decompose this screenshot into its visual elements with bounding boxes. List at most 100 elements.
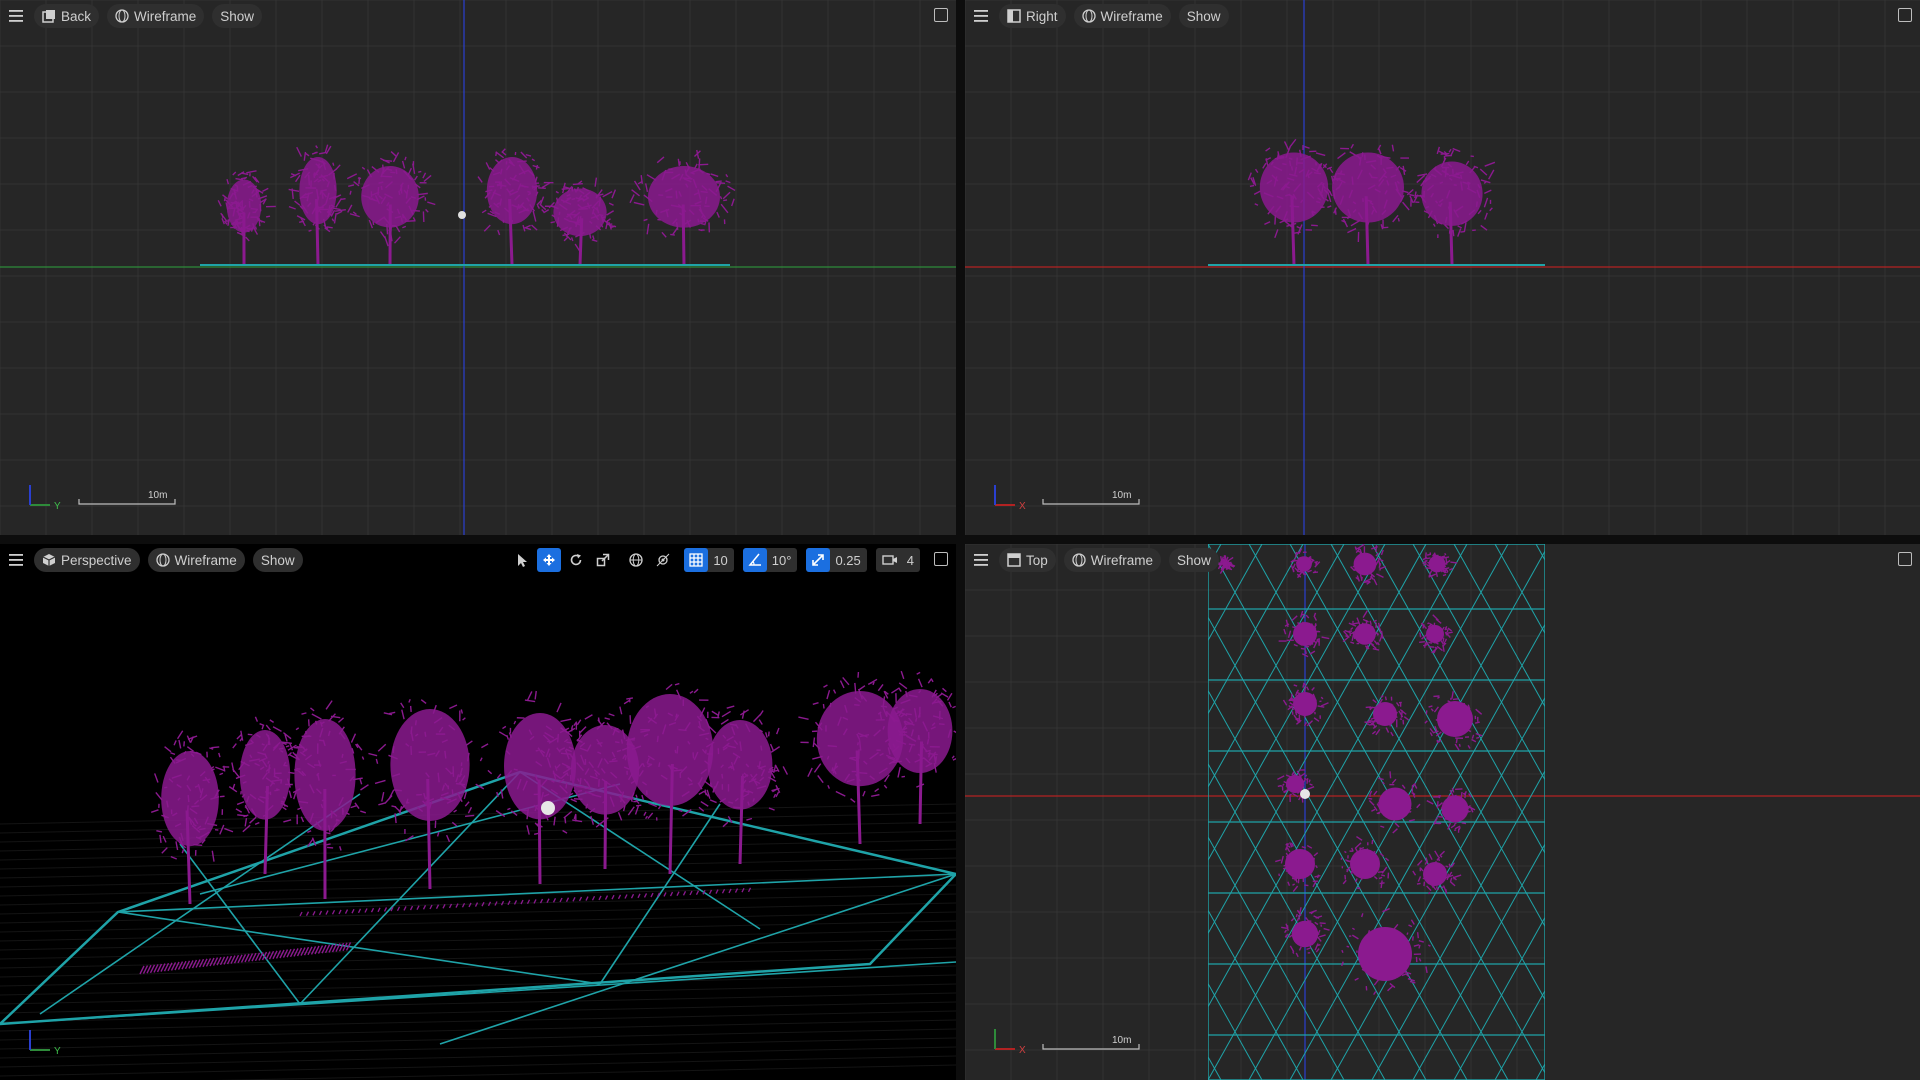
actor-pivot-icon	[541, 801, 555, 815]
world-space-icon[interactable]	[624, 548, 648, 572]
show-flags-button[interactable]: Show	[1169, 548, 1219, 572]
tree-canopy-top	[1278, 610, 1330, 658]
tree-canopy-top	[1340, 835, 1390, 890]
grid-line	[0, 1037, 956, 1059]
camera-icon[interactable]	[878, 548, 902, 572]
view-mode-button[interactable]: Wireframe	[147, 548, 245, 572]
viewport-back[interactable]: Y Back Wireframe Show 10m	[0, 0, 956, 535]
rotation-snap-control[interactable]: 10°	[742, 548, 798, 572]
rotation-snap-value: 10°	[771, 552, 792, 568]
grass-blade	[481, 901, 485, 907]
back-view-canvas[interactable]: Y	[0, 0, 956, 535]
actor-pivot-icon	[1300, 789, 1310, 799]
view-mode-button[interactable]: Wireframe	[107, 4, 205, 28]
tree-mesh	[217, 170, 276, 266]
grid-line	[0, 902, 956, 924]
grass-blade	[663, 892, 667, 897]
tree-canopy-top	[1275, 842, 1321, 893]
grass-blade	[617, 894, 622, 900]
select-arrow-icon[interactable]	[510, 548, 534, 572]
grid-line	[0, 992, 956, 1014]
top-view-canvas[interactable]: X	[965, 544, 1920, 1080]
scale-snap-icon[interactable]	[806, 548, 831, 572]
show-flags-button[interactable]: Show	[1178, 4, 1229, 28]
perspective-view-canvas[interactable]: Y	[0, 544, 956, 1080]
tree-mesh	[150, 730, 234, 905]
grass-blade	[611, 894, 615, 900]
viewport-toolbar-perspective: Perspective Wireframe Show 10 10° 0.25 4	[0, 544, 956, 576]
tree-mesh	[1409, 146, 1496, 266]
grass-blade	[403, 906, 407, 911]
translate-icon[interactable]	[537, 548, 562, 572]
grass-blade	[396, 906, 401, 912]
wireframe-sphere-icon	[1072, 553, 1086, 567]
view-type-button[interactable]: Right	[999, 4, 1066, 28]
grid-snap-value: 10	[713, 552, 728, 568]
grid-scale-label: 10m	[1112, 1035, 1132, 1046]
ground-plane-outline	[0, 770, 956, 1026]
mask-left	[965, 544, 1208, 1080]
ground-wire-edge	[117, 873, 956, 913]
grass-blade	[624, 894, 628, 899]
view-type-button[interactable]: Top	[999, 548, 1056, 572]
view-type-label: Perspective	[61, 552, 132, 568]
grass-blade	[429, 904, 433, 910]
grass-blade	[630, 893, 635, 899]
camera-speed-control[interactable]: 4	[875, 548, 920, 572]
maximize-viewport-icon[interactable]	[1898, 8, 1912, 22]
viewport-menu-icon[interactable]	[969, 4, 993, 28]
viewport-right[interactable]: X Right Wireframe Show 10m	[965, 0, 1920, 535]
grass-blade	[383, 907, 388, 912]
view-mode-label: Wireframe	[134, 8, 197, 24]
grass-blade	[370, 907, 375, 913]
rotate-icon[interactable]	[564, 548, 588, 572]
grass-blade	[695, 890, 700, 895]
tree-canopy-top	[1412, 850, 1462, 895]
viewport-menu-icon[interactable]	[4, 4, 28, 28]
grass-blade	[494, 901, 498, 906]
grass-blade	[585, 896, 589, 901]
view-type-button[interactable]: Perspective	[34, 548, 140, 572]
viewport-menu-icon[interactable]	[969, 548, 993, 572]
show-label: Show	[220, 8, 255, 24]
top-view-icon	[1007, 553, 1021, 567]
viewport-perspective[interactable]: Y Perspective Wireframe Show 10 10° 0.25…	[0, 544, 956, 1080]
maximize-viewport-icon[interactable]	[934, 8, 948, 22]
wireframe-sphere-icon	[155, 553, 170, 567]
grid-line	[0, 1055, 956, 1077]
view-mode-button[interactable]: Wireframe	[1073, 4, 1171, 28]
wireframe-sphere-icon	[115, 9, 129, 23]
mask-right	[1545, 544, 1920, 1080]
view-mode-label: Wireframe	[1090, 552, 1154, 568]
tree-mesh	[1313, 143, 1426, 266]
grass-blade	[312, 911, 316, 916]
scale-snap-control[interactable]: 0.25	[806, 548, 867, 572]
transform-toolbar: 10 10° 0.25 4	[510, 548, 920, 572]
grass-blade	[487, 901, 492, 907]
axis-gizmo-label: X	[1019, 501, 1026, 512]
grass-blade	[331, 909, 336, 915]
view-type-button[interactable]: Back	[34, 4, 100, 28]
tree-mesh	[541, 177, 617, 266]
grass-blade	[741, 887, 745, 893]
right-view-canvas[interactable]: X	[965, 0, 1920, 535]
grass-blade	[468, 902, 472, 908]
show-flags-button[interactable]: Show	[252, 548, 303, 572]
surface-snap-icon[interactable]	[651, 548, 675, 572]
grass-blade	[364, 908, 368, 913]
tree-canopy-top	[1342, 610, 1384, 651]
maximize-viewport-icon[interactable]	[1898, 552, 1912, 566]
angle-snap-icon[interactable]	[742, 548, 767, 572]
scale-snap-value: 0.25	[835, 552, 861, 568]
scale-icon[interactable]	[591, 548, 615, 572]
show-label: Show	[1177, 552, 1211, 568]
grid-snap-control[interactable]: 10	[684, 548, 734, 572]
view-type-label: Back	[61, 8, 92, 24]
viewport-menu-icon[interactable]	[4, 548, 28, 572]
view-mode-button[interactable]: Wireframe	[1063, 548, 1162, 572]
camera-speed-value: 4	[906, 552, 914, 568]
viewport-top[interactable]: X Top Wireframe Show 10m	[965, 544, 1920, 1080]
maximize-viewport-icon[interactable]	[934, 552, 948, 566]
grid-snap-icon[interactable]	[684, 548, 709, 572]
show-flags-button[interactable]: Show	[212, 4, 263, 28]
